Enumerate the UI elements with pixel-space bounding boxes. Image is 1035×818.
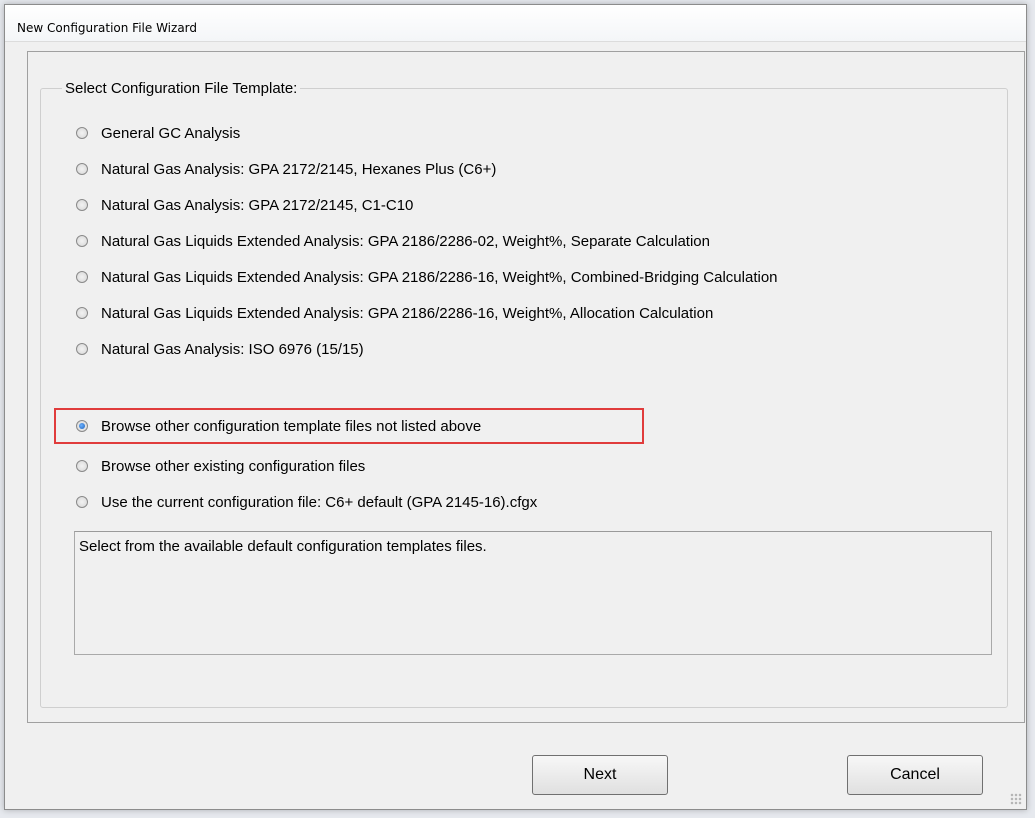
main-panel: Select Configuration File Template: Gene…: [27, 51, 1025, 723]
radio-option-ngl-combined-bridging[interactable]: Natural Gas Liquids Extended Analysis: G…: [76, 266, 778, 288]
radio-option-browse-templates[interactable]: Browse other configuration template file…: [76, 415, 481, 437]
radio-button-icon[interactable]: [76, 235, 88, 247]
radio-label: Natural Gas Analysis: GPA 2172/2145, C1-…: [101, 196, 414, 214]
radio-option-browse-existing[interactable]: Browse other existing configuration file…: [76, 455, 365, 477]
radio-button-icon[interactable]: [76, 496, 88, 508]
radio-option-use-current[interactable]: Use the current configuration file: C6+ …: [76, 491, 537, 513]
radio-option-iso-6976[interactable]: Natural Gas Analysis: ISO 6976 (15/15): [76, 338, 364, 360]
next-button[interactable]: Next: [532, 755, 668, 795]
radio-label: Natural Gas Analysis: GPA 2172/2145, Hex…: [101, 160, 497, 178]
radio-option-ng-c1-c10[interactable]: Natural Gas Analysis: GPA 2172/2145, C1-…: [76, 194, 413, 216]
group-legend: Select Configuration File Template:: [62, 80, 301, 97]
radio-button-selected-icon[interactable]: [76, 420, 88, 432]
radio-option-general-gc[interactable]: General GC Analysis: [76, 122, 240, 144]
radio-label: Use the current configuration file: C6+ …: [101, 493, 538, 511]
radio-label: General GC Analysis: [101, 124, 241, 142]
description-box: Select from the available default config…: [74, 531, 992, 655]
radio-label: Natural Gas Liquids Extended Analysis: G…: [101, 232, 710, 250]
radio-label: Natural Gas Liquids Extended Analysis: G…: [101, 304, 714, 322]
radio-button-icon[interactable]: [76, 163, 88, 175]
resize-grip-icon[interactable]: [1010, 793, 1022, 805]
radio-button-icon[interactable]: [76, 271, 88, 283]
radio-label: Natural Gas Analysis: ISO 6976 (15/15): [101, 340, 364, 358]
radio-button-icon[interactable]: [76, 127, 88, 139]
radio-button-icon[interactable]: [76, 460, 88, 472]
radio-option-ngl-allocation[interactable]: Natural Gas Liquids Extended Analysis: G…: [76, 302, 713, 324]
radio-option-ng-c6plus[interactable]: Natural Gas Analysis: GPA 2172/2145, Hex…: [76, 158, 496, 180]
radio-label: Natural Gas Liquids Extended Analysis: G…: [101, 268, 778, 286]
title-bar: New Configuration File Wizard: [5, 5, 1026, 42]
radio-label: Browse other configuration template file…: [101, 417, 482, 435]
wizard-window: New Configuration File Wizard Select Con…: [4, 4, 1027, 810]
radio-button-icon[interactable]: [76, 307, 88, 319]
radio-button-icon[interactable]: [76, 343, 88, 355]
cancel-button[interactable]: Cancel: [847, 755, 983, 795]
window-title: New Configuration File Wizard: [17, 21, 198, 35]
description-text: Select from the available default config…: [79, 538, 487, 555]
radio-button-icon[interactable]: [76, 199, 88, 211]
radio-option-ngl-separate[interactable]: Natural Gas Liquids Extended Analysis: G…: [76, 230, 710, 252]
radio-label: Browse other existing configuration file…: [101, 457, 366, 475]
